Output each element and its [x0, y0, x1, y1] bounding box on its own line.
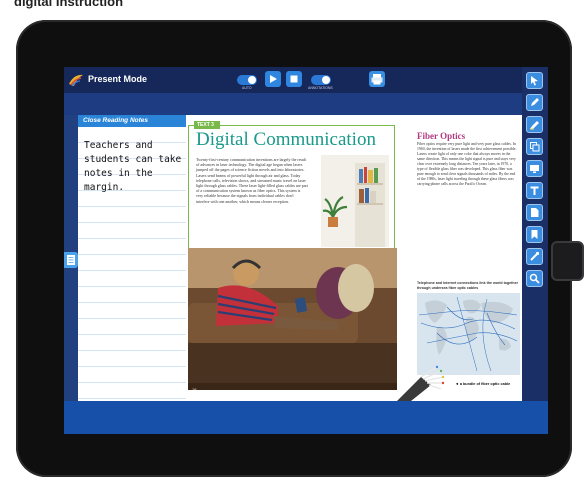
link-tool[interactable] [526, 248, 543, 265]
map-caption: Telephone and Internet connections link … [417, 281, 518, 290]
link-icon [530, 251, 540, 261]
bookshelf-image [321, 155, 389, 247]
page-body: Twenty-first-century communication inven… [196, 157, 309, 204]
bookmark-tool[interactable] [526, 226, 543, 243]
tool-palette [522, 67, 548, 401]
auto-toggle-label: AUTO [242, 86, 252, 90]
print-button[interactable] [369, 71, 385, 87]
notes-tab[interactable] [64, 252, 78, 268]
fiber-cable-image [397, 365, 445, 401]
app-logo-icon [69, 74, 83, 87]
home-button[interactable] [551, 241, 584, 281]
copy-icon [530, 142, 540, 152]
note-line: notes in the margin. [84, 168, 153, 193]
highlighter-tool[interactable] [526, 116, 543, 133]
screen-tool[interactable] [526, 160, 543, 177]
figure-caption: digital Instruction [14, 0, 124, 9]
note-line: Teachers and [84, 140, 153, 151]
notes-panel: Close Reading Notes Teachers and student… [78, 115, 186, 401]
notes-header: Close Reading Notes [78, 115, 186, 127]
pen-tool[interactable] [526, 94, 543, 111]
section-body: Fiber optics require very pure light and… [417, 142, 517, 186]
pen-icon [531, 98, 539, 106]
notes-tab-icon [67, 255, 75, 265]
notes-header-label: Close Reading Notes [83, 117, 149, 124]
section-title: Fiber Optics [417, 131, 466, 141]
stop-button[interactable] [286, 71, 302, 87]
note-line: students can take [84, 154, 182, 165]
pointer-icon [531, 76, 538, 86]
text-tag-label: TEXT 3 [197, 122, 214, 128]
page-number: 16 [192, 387, 197, 392]
annotations-toggle-label: ANNOTATIONS [308, 86, 333, 90]
app-screen: Present Mode AUTO ANNOTATIONS Close Read… [64, 67, 548, 434]
app-title: Present Mode [88, 74, 148, 84]
fiber-caption: ◄ a bundle of fiber optic cable [455, 382, 511, 386]
auto-toggle[interactable] [237, 75, 257, 85]
stop-icon [290, 75, 298, 83]
play-button[interactable] [265, 71, 281, 87]
text-icon [530, 186, 539, 195]
header-band [64, 93, 522, 115]
top-toolbar: Present Mode AUTO ANNOTATIONS [64, 67, 548, 93]
page-title: Digital Communication [196, 129, 376, 150]
annotations-toggle[interactable] [311, 75, 331, 85]
play-icon [270, 75, 277, 83]
page-icon [531, 208, 539, 217]
book-page-right: Fiber Optics Fiber optics require very p… [397, 115, 522, 401]
girl-on-couch-photo [188, 248, 397, 390]
copy-tool[interactable] [526, 138, 543, 155]
bookmark-icon [531, 230, 538, 239]
book-page-left: TEXT 3 Digital Communication Twenty-firs… [186, 115, 397, 401]
page-tool[interactable] [526, 204, 543, 221]
pointer-tool[interactable] [526, 72, 543, 89]
screen-icon [530, 165, 539, 173]
highlighter-icon [530, 121, 539, 130]
text-tag: TEXT 3 [194, 121, 220, 129]
text-tool[interactable] [526, 182, 543, 199]
note-text[interactable]: Teachers and students can take notes in … [84, 139, 184, 195]
bottom-bar [64, 401, 548, 434]
zoom-tool[interactable] [526, 270, 543, 287]
print-icon [371, 74, 383, 85]
zoom-icon [529, 273, 540, 284]
